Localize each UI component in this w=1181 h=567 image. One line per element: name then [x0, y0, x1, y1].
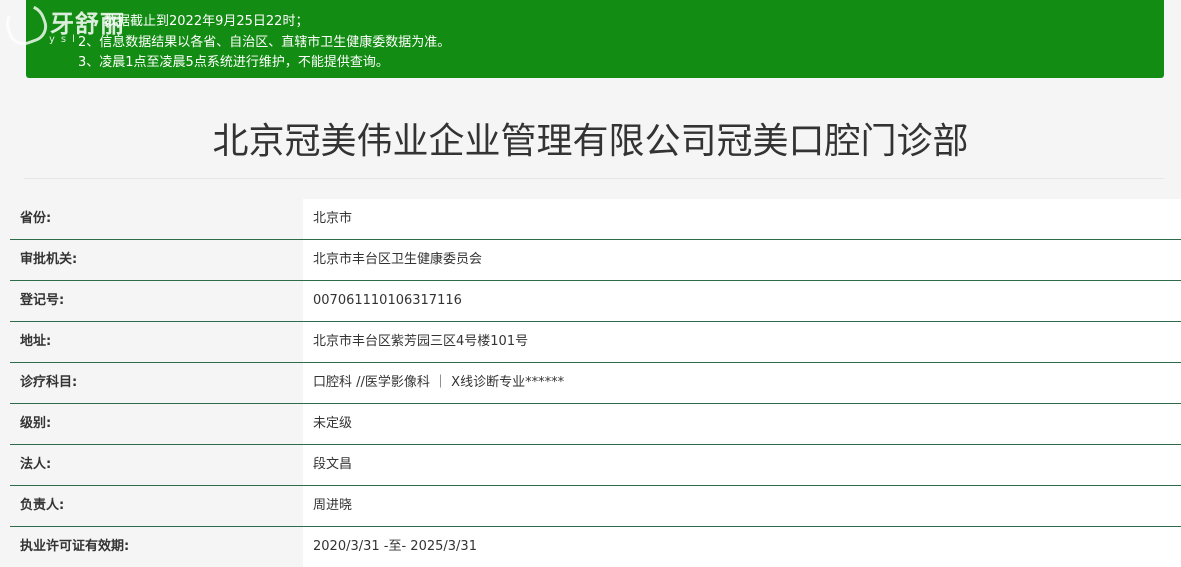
clinic-info-table: 省份: 北京市 审批机关: 北京市丰台区卫生健康委员会 登记号: 0070611… — [10, 199, 1181, 567]
row-label: 诊疗科目: — [10, 363, 303, 403]
row-value: 北京市丰台区紫芳园三区4号楼101号 — [303, 322, 1181, 362]
notice-banner: 数据截止到2022年9月25日22时； 2、信息数据结果以各省、自治区、直辖市卫… — [26, 0, 1164, 78]
table-row-license-validity: 执业许可证有效期: 2020/3/31 -至- 2025/3/31 — [10, 527, 1181, 567]
row-label: 法人: — [10, 445, 303, 485]
table-row-address: 地址: 北京市丰台区紫芳园三区4号楼101号 — [10, 322, 1181, 363]
row-label: 负责人: — [10, 486, 303, 526]
row-value: 未定级 — [303, 404, 1181, 444]
table-row-legal-person: 法人: 段文昌 — [10, 445, 1181, 486]
row-value: 007061110106317116 — [303, 281, 1181, 321]
table-row-registration-number: 登记号: 007061110106317116 — [10, 281, 1181, 322]
row-value: 周进晓 — [303, 486, 1181, 526]
table-row-person-in-charge: 负责人: 周进晓 — [10, 486, 1181, 527]
row-label: 登记号: — [10, 281, 303, 321]
row-label: 级别: — [10, 404, 303, 444]
row-value: 口腔科 //医学影像科 ｜ X线诊断专业****** — [303, 363, 1181, 403]
notice-line-1: 数据截止到2022年9月25日22时； — [104, 14, 309, 29]
page-title: 北京冠美伟业企业管理有限公司冠美口腔门诊部 — [212, 121, 969, 162]
notice-line-3: 3、凌晨1点至凌晨5点系统进行维护，不能提供查询。 — [78, 55, 389, 70]
table-row-approval-authority: 审批机关: 北京市丰台区卫生健康委员会 — [10, 240, 1181, 281]
table-row-province: 省份: 北京市 — [10, 199, 1181, 240]
row-label: 省份: — [10, 199, 303, 239]
title-divider — [24, 178, 1164, 179]
row-value: 北京市 — [303, 199, 1181, 239]
table-row-level: 级别: 未定级 — [10, 404, 1181, 445]
row-value: 北京市丰台区卫生健康委员会 — [303, 240, 1181, 280]
row-value: 段文昌 — [303, 445, 1181, 485]
row-value: 2020/3/31 -至- 2025/3/31 — [303, 527, 1181, 567]
table-row-departments: 诊疗科目: 口腔科 //医学影像科 ｜ X线诊断专业****** — [10, 363, 1181, 404]
row-label: 执业许可证有效期: — [10, 527, 303, 567]
row-label: 地址: — [10, 322, 303, 362]
row-label: 审批机关: — [10, 240, 303, 280]
notice-line-2: 2、信息数据结果以各省、自治区、直辖市卫生健康委数据为准。 — [78, 35, 451, 50]
